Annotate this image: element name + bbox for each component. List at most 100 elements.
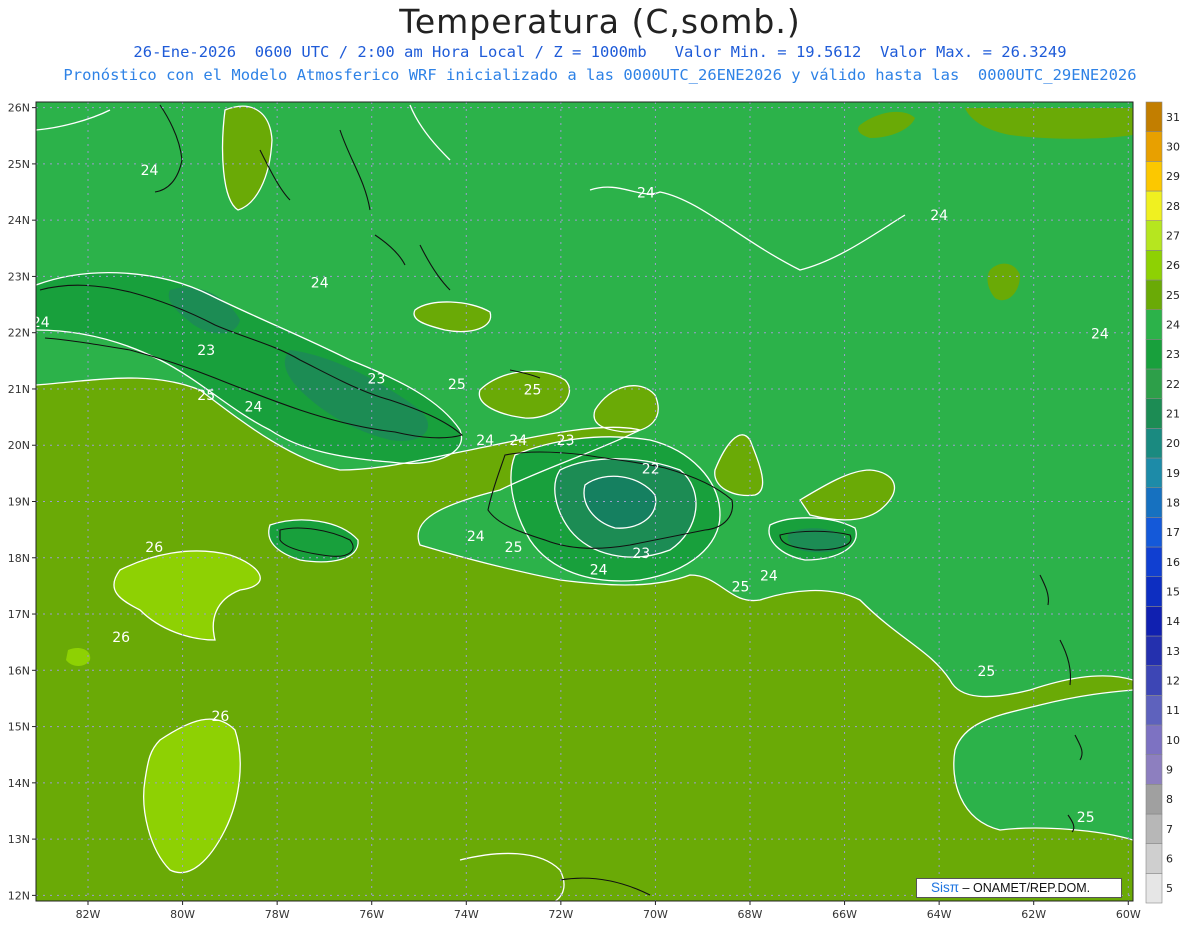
lon-tick-label: 64W [927, 908, 952, 921]
colorbar-swatch [1145, 606, 1163, 637]
colorbar-label: 19 [1166, 467, 1180, 480]
lat-tick-label: 22N [8, 327, 30, 340]
colorbar-label: 28 [1166, 200, 1180, 213]
colorbar-label: 11 [1166, 704, 1180, 717]
colorbar-swatch [1145, 546, 1163, 577]
colorbar-swatch [1145, 250, 1163, 281]
colorbar-swatch [1145, 873, 1163, 904]
contour-label: 25 [732, 580, 750, 596]
lat-tick-label: 19N [8, 496, 30, 509]
lon-tick-label: 78W [265, 908, 290, 921]
contour-label: 25 [524, 383, 542, 399]
lon-tick-label: 68W [738, 908, 763, 921]
lat-tick-label: 14N [8, 777, 30, 790]
colorbar-swatch [1145, 368, 1163, 399]
colorbar-swatch [1145, 754, 1163, 785]
contour-label: 24 [476, 433, 494, 449]
colorbar-label: 25 [1166, 289, 1180, 302]
colorbar-swatch [1145, 457, 1163, 488]
colorbar-label: 24 [1166, 319, 1180, 332]
colorbar-label: 14 [1166, 615, 1180, 628]
credit-box: Sisπ – ONAMET/REP.DOM. [916, 878, 1122, 898]
contour-label: 26 [145, 540, 163, 556]
lon-tick-label: 74W [454, 908, 479, 921]
colorbar-label: 17 [1166, 526, 1180, 539]
contour-label: 25 [978, 664, 996, 680]
colorbar-swatch [1145, 724, 1163, 755]
contour-label: 25 [197, 388, 215, 404]
lon-tick-label: 82W [76, 908, 101, 921]
colorbar-label: 8 [1166, 793, 1173, 806]
credit-text: – ONAMET/REP.DOM. [959, 881, 1091, 895]
lat-tick-label: 18N [8, 552, 30, 565]
lat-tick-label: 21N [8, 383, 30, 396]
colorbar-label: 16 [1166, 556, 1180, 569]
lat-tick-label: 12N [8, 889, 30, 902]
colorbar-label: 15 [1166, 586, 1180, 599]
lat-tick-label: 25N [8, 158, 30, 171]
contour-label: 24 [637, 186, 655, 202]
lon-tick-label: 72W [548, 908, 573, 921]
colorbar-label: 31 [1166, 111, 1180, 124]
lon-tick-label: 62W [1021, 908, 1046, 921]
colorbar-label: 27 [1166, 230, 1180, 243]
lat-tick-label: 20N [8, 439, 30, 452]
lat-tick-label: 26N [8, 102, 30, 115]
contour-label: 25 [448, 377, 466, 393]
lat-tick-label: 17N [8, 608, 30, 621]
contour-label: 23 [368, 371, 386, 387]
colorbar-label: 26 [1166, 259, 1180, 272]
colorbar-swatch [1145, 101, 1163, 132]
colorbar-label: 20 [1166, 437, 1180, 450]
contour-label: 24 [1091, 326, 1109, 342]
colorbar-swatch [1145, 161, 1163, 192]
colorbar-swatch [1145, 398, 1163, 429]
colorbar-swatch [1145, 131, 1163, 162]
contour-label: 24 [32, 315, 50, 331]
lon-tick-label: 66W [832, 908, 857, 921]
contour-label: 25 [1077, 810, 1095, 826]
colorbar-label: 10 [1166, 734, 1180, 747]
lat-tick-label: 16N [8, 664, 30, 677]
contour-label: 26 [112, 630, 130, 646]
colorbar-label: 22 [1166, 378, 1180, 391]
colorbar-swatch [1145, 843, 1163, 874]
contour-label: 23 [197, 343, 215, 359]
contour-label: 26 [211, 709, 229, 725]
colorbar-swatch [1145, 813, 1163, 844]
colorbar-label: 12 [1166, 675, 1180, 688]
colorbar-swatch [1145, 576, 1163, 607]
colorbar-swatch [1145, 309, 1163, 340]
contour-label: 24 [311, 276, 329, 292]
longitude-axis: 82W 80W 78W 76W 74W 72W 70W 68W 66W 64W 62W 60W [76, 901, 1141, 921]
contour-label: 23 [632, 546, 650, 562]
contour-label: 24 [509, 433, 527, 449]
lat-tick-label: 23N [8, 270, 30, 283]
colorbar-swatch [1145, 279, 1163, 310]
lat-tick-label: 24N [8, 214, 30, 227]
colorbar-swatch [1145, 635, 1163, 666]
colorbar-label: 6 [1166, 853, 1173, 866]
colorbar-swatch [1145, 220, 1163, 251]
colorbar-swatch [1145, 339, 1163, 370]
colorbar-label: 21 [1166, 408, 1180, 421]
colorbar-label: 30 [1166, 141, 1180, 154]
colorbar-label: 18 [1166, 497, 1180, 510]
colorbar: 5 6 7 8 9 10 11 12 13 14 15 16 17 18 19 20 21 22 23 24 25 26 2… [1145, 101, 1180, 904]
colorbar-swatch [1145, 517, 1163, 548]
latitude-axis: 12N 13N 14N 15N 16N 17N 18N 19N 20N 21N 22N 23N 24N 2… [8, 102, 36, 902]
lon-tick-label: 80W [170, 908, 195, 921]
credit-brand: Sisπ [931, 880, 960, 895]
lat-tick-label: 15N [8, 721, 30, 734]
contour-label: 24 [467, 529, 485, 545]
contour-label: 23 [557, 433, 575, 449]
contour-label: 24 [245, 399, 263, 415]
colorbar-swatch [1145, 487, 1163, 518]
contour-label: 25 [505, 540, 523, 556]
temperature-map: 24 24 24 24 24 24 23 23 25 25 25 24 24 24 23 22 24 25 23 24… [8, 101, 1180, 921]
zone-26-c [66, 648, 91, 666]
colorbar-label: 5 [1166, 882, 1173, 895]
colorbar-swatch [1145, 784, 1163, 815]
colorbar-swatch [1145, 665, 1163, 696]
colorbar-swatch [1145, 428, 1163, 459]
